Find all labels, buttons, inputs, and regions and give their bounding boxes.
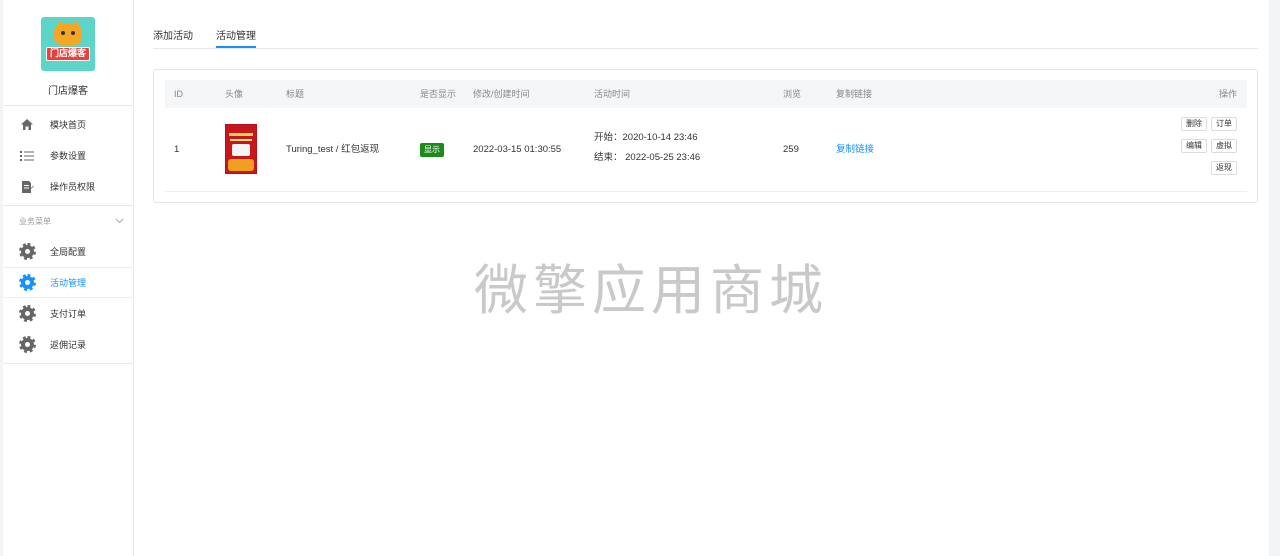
sidebar-item-operator-permissions[interactable]: 操作员权限 xyxy=(3,171,133,202)
sidebar-item-label: 返佣记录 xyxy=(50,340,87,350)
logo-eye xyxy=(61,31,65,35)
sidebar-item-label: 活动管理 xyxy=(50,278,87,288)
activity-table-card: ID 头像 标题 是否显示 修改/创建时间 活动时间 浏览 复制链接 操作 1 … xyxy=(153,69,1258,203)
cell-activity-period: 开始：2020-10-14 23:46 结束： 2022-05-25 23:46 xyxy=(594,128,700,168)
col-header-id: ID xyxy=(174,89,183,99)
sidebar: 门店爆客 门店爆客 模块首页 参数设置 操作员权限 业务菜单 全局配置 活动管理… xyxy=(3,0,134,556)
edit-button[interactable]: 编辑 xyxy=(1181,139,1207,153)
cell-id: 1 xyxy=(174,144,180,155)
rebate-button[interactable]: 返现 xyxy=(1211,161,1237,175)
cell-modified-time: 2022-03-15 01:30:55 xyxy=(473,144,562,155)
col-header-copy: 复制链接 xyxy=(836,89,873,99)
tab-bar: 添加活动 活动管理 xyxy=(153,0,1258,49)
gear-icon xyxy=(18,305,36,322)
home-icon xyxy=(20,118,34,132)
edit-doc-icon xyxy=(20,180,34,194)
sidebar-item-payment-orders[interactable]: 支付订单 xyxy=(3,298,133,329)
brand-name: 门店爆客 xyxy=(48,86,88,97)
tab-add-activity[interactable]: 添加活动 xyxy=(153,0,193,49)
logo-sign-text: 门店爆客 xyxy=(46,47,90,61)
main-nav: 模块首页 参数设置 操作员权限 xyxy=(3,106,133,206)
row-actions: 删除 订单 编辑 虚拟 返现 xyxy=(1179,117,1237,183)
business-nav: 全局配置 活动管理 支付订单 返佣记录 xyxy=(3,236,133,364)
sidebar-item-home[interactable]: 模块首页 xyxy=(3,109,133,140)
status-badge[interactable]: 显示 xyxy=(420,143,444,157)
logo-eye xyxy=(71,31,75,35)
list-icon xyxy=(20,149,34,163)
col-header-views: 浏览 xyxy=(783,89,802,99)
logo-dog-face xyxy=(54,23,82,45)
chevron-down-icon xyxy=(115,218,124,224)
activity-start-time: 开始：2020-10-14 23:46 xyxy=(594,132,698,143)
activity-end-time: 结束： 2022-05-25 23:46 xyxy=(594,152,701,163)
group-title: 业务菜单 xyxy=(19,216,51,226)
cell-views: 259 xyxy=(783,144,799,155)
gear-icon xyxy=(18,274,36,291)
col-header-period: 活动时间 xyxy=(594,89,631,99)
brand-logo[interactable]: 门店爆客 xyxy=(41,17,95,71)
sidebar-item-label: 全局配置 xyxy=(50,247,87,257)
watermark-text: 微擎应用商城 xyxy=(474,259,828,322)
col-header-title: 标题 xyxy=(286,89,305,99)
sidebar-item-rebate-records[interactable]: 返佣记录 xyxy=(3,329,133,360)
main-content: 添加活动 活动管理 ID 头像 标题 是否显示 修改/创建时间 活动时间 浏览 … xyxy=(134,0,1269,556)
col-header-ops: 操作 xyxy=(1218,89,1237,99)
table-header: ID 头像 标题 是否显示 修改/创建时间 活动时间 浏览 复制链接 操作 xyxy=(165,80,1247,108)
delete-button[interactable]: 删除 xyxy=(1181,117,1207,131)
col-header-modified: 修改/创建时间 xyxy=(473,89,530,99)
gear-icon xyxy=(18,243,36,260)
col-header-avatar: 头像 xyxy=(225,89,244,99)
tab-activity-management[interactable]: 活动管理 xyxy=(216,0,256,48)
copy-link[interactable]: 复制链接 xyxy=(836,108,874,192)
sidebar-item-label: 模块首页 xyxy=(50,120,87,130)
activity-poster-thumbnail[interactable] xyxy=(225,124,257,174)
app-window: 门店爆客 门店爆客 模块首页 参数设置 操作员权限 业务菜单 全局配置 活动管理… xyxy=(0,0,1280,556)
sidebar-item-label: 操作员权限 xyxy=(50,182,96,192)
brand-block: 门店爆客 门店爆客 xyxy=(3,0,133,106)
sidebar-item-activity-management[interactable]: 活动管理 xyxy=(3,267,133,298)
sidebar-item-label: 支付订单 xyxy=(50,309,87,319)
cell-title: Turing_test / 红包返现 xyxy=(286,144,380,155)
sidebar-group-business[interactable]: 业务菜单 xyxy=(3,206,133,236)
sidebar-item-global-config[interactable]: 全局配置 xyxy=(3,236,133,267)
gear-icon xyxy=(18,336,36,353)
sidebar-item-params[interactable]: 参数设置 xyxy=(3,140,133,171)
table-row: 1 Turing_test / 红包返现 显示 2022-03-15 01:30… xyxy=(165,108,1247,192)
virtual-button[interactable]: 虚拟 xyxy=(1211,139,1237,153)
orders-button[interactable]: 订单 xyxy=(1211,117,1237,131)
sidebar-item-label: 参数设置 xyxy=(50,151,87,161)
col-header-show: 是否显示 xyxy=(420,89,457,99)
